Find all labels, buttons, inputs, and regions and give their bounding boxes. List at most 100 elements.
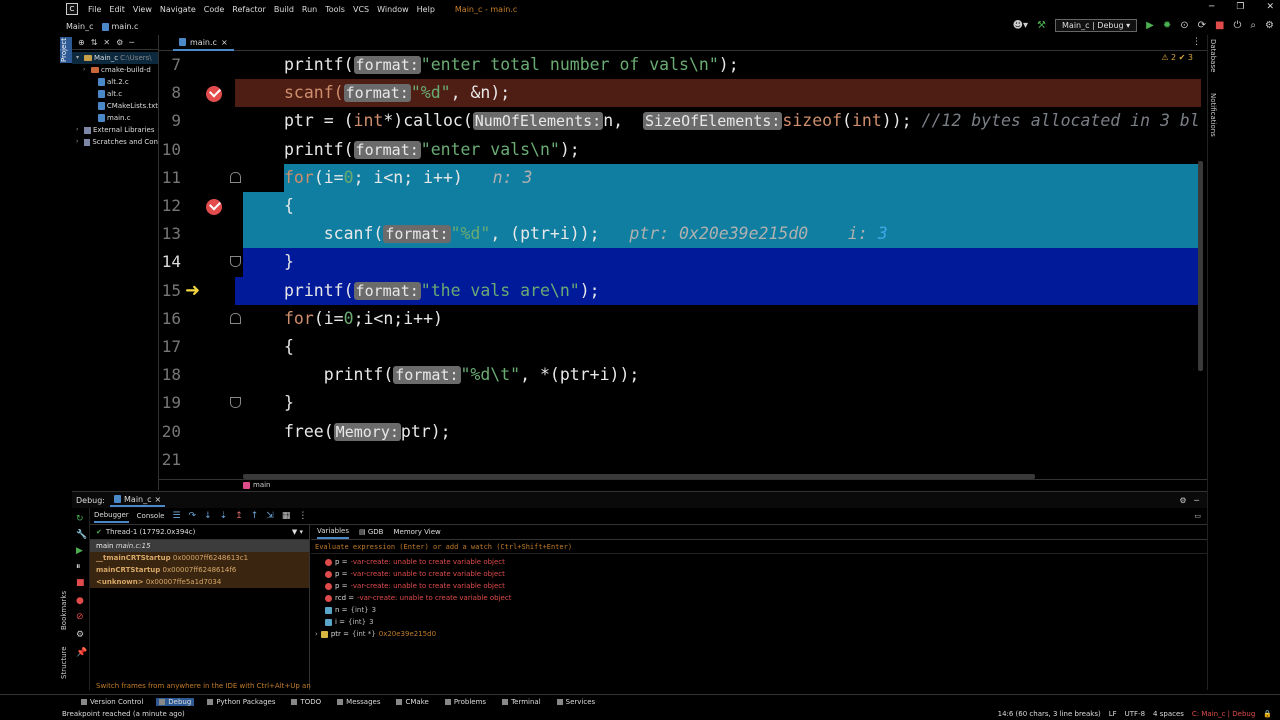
debug-session-tab[interactable]: Main_c × [110, 494, 166, 507]
build-hammer-icon[interactable]: ⚒ [1037, 20, 1046, 31]
filter-icon[interactable]: ▼ ▾ [292, 528, 303, 536]
expand-icon[interactable]: › [315, 628, 318, 640]
tab-debugger[interactable]: Debugger [94, 509, 129, 523]
menu-window[interactable]: Window [373, 5, 413, 14]
thread-selector[interactable]: ✔ Thread-1 (17792.0x394c) ▼ ▾ [90, 525, 309, 540]
variable-row[interactable]: p = -var-create: unable to create variabl… [311, 568, 1207, 580]
tree-item[interactable]: alt.2.c [72, 76, 158, 88]
fold-icon[interactable] [230, 171, 241, 183]
run-to-cursor-icon[interactable]: ⇲ [266, 511, 274, 521]
target-icon[interactable]: ⊕ [78, 38, 85, 47]
code-line[interactable]: 17 { [159, 333, 1207, 361]
fold-icon[interactable] [230, 256, 241, 268]
tab-main-c[interactable]: main.c × [173, 35, 234, 51]
inspection-widget[interactable]: ⚠ 2 ✔ 3 [1161, 53, 1193, 62]
tool-version-control[interactable]: Version Control [78, 698, 146, 706]
table-view-icon[interactable]: ▦ [282, 511, 291, 521]
variable-row[interactable]: i = {int} 3 [311, 616, 1207, 628]
step-over-icon[interactable]: ↷ [189, 511, 197, 521]
menu-view[interactable]: View [129, 5, 156, 14]
status-message[interactable]: Breakpoint reached (a minute ago) [62, 710, 185, 718]
code-line[interactable]: 9 ptr = (int*)calloc(NumOfElements: n, Siz… [159, 107, 1207, 135]
tool-messages[interactable]: Messages [334, 698, 383, 706]
code-line[interactable]: 19} [159, 389, 1207, 417]
encoding[interactable]: UTF-8 [1125, 710, 1145, 718]
run-config-select[interactable]: Main_c | Debug ▾ [1055, 19, 1138, 32]
code-line[interactable]: 11 for(i=0; i<n; i++) n: 3 [159, 163, 1207, 192]
structure-tab[interactable]: Structure [60, 645, 72, 681]
menu-navigate[interactable]: Navigate [156, 5, 200, 14]
evaluate-expression-input[interactable]: Evaluate expression (Enter) or add a wat… [311, 540, 1207, 554]
code-line[interactable]: 16 for(i=0;i<n;i++) [159, 305, 1207, 333]
tool-problems[interactable]: Problems [442, 698, 489, 706]
code-line[interactable]: 18 printf(format: "%d\t", *(ptr+i)); [159, 361, 1207, 389]
active-config[interactable]: C: Main_c | Debug [1192, 710, 1255, 718]
code-line[interactable]: 7 printf(format: "enter total number of va… [159, 51, 1207, 79]
tree-item[interactable]: main.c [72, 112, 158, 124]
tool-terminal[interactable]: Terminal [499, 698, 544, 706]
stack-frame[interactable]: <unknown> 0x00007ffe5a1d7034 [90, 576, 309, 588]
stack-frame[interactable]: main main.c:15 [90, 540, 309, 552]
cursor-position[interactable]: 14:6 (60 chars, 3 line breaks) [998, 710, 1101, 718]
step-out-alt-icon[interactable]: ↑ [251, 511, 259, 521]
coverage-icon[interactable]: ⊙ [1180, 20, 1188, 31]
code-line[interactable]: 13 scanf(format: "%d", (ptr+i)); ptr: 0x2… [159, 220, 1207, 249]
tool-debug[interactable]: Debug [156, 697, 195, 706]
tree-item[interactable]: CMakeLists.txt [72, 100, 158, 112]
variable-row[interactable]: rcd = -var-create: unable to create varia… [311, 592, 1207, 604]
run-icon[interactable]: ▶ [1146, 20, 1154, 31]
pause-icon[interactable]: ⏸ [76, 562, 81, 572]
rerun-icon[interactable]: ↻ [76, 514, 84, 524]
vertical-scrollbar[interactable] [1198, 161, 1203, 371]
code-line[interactable]: 20 free(Memory: ptr); [159, 418, 1207, 446]
variable-row[interactable]: p = -var-create: unable to create variabl… [311, 556, 1207, 568]
close-icon[interactable]: ✕ [1266, 2, 1274, 12]
user-icon[interactable]: ☻▾ [1013, 20, 1028, 31]
lock-icon[interactable]: 🔒 [1263, 710, 1272, 718]
view-breakpoints-icon[interactable]: ● [76, 596, 84, 606]
profile-icon[interactable]: ⟳ [1198, 20, 1206, 31]
tree-item[interactable]: alt.c [72, 88, 158, 100]
variable-row[interactable]: p = -var-create: unable to create variabl… [311, 580, 1207, 592]
more-icon[interactable]: ⋮ [298, 511, 307, 521]
stop-icon[interactable]: ■ [1215, 20, 1224, 31]
tool-python-packages[interactable]: Python Packages [204, 698, 278, 706]
maximize-icon[interactable]: ❐ [1236, 2, 1244, 12]
code-line[interactable]: 8 scanf(format: "%d", &n); [159, 79, 1207, 108]
settings-icon[interactable]: ⚙ [76, 630, 84, 640]
menu-help[interactable]: Help [413, 5, 439, 14]
breakpoint-icon[interactable] [206, 86, 222, 103]
menu-icon[interactable]: ☰ [172, 511, 180, 521]
breadcrumb-project[interactable]: Main_c [66, 22, 94, 31]
notifications-tab[interactable]: Notifications [1209, 93, 1217, 137]
resume-icon[interactable]: ▶ [76, 546, 83, 556]
tab-variables[interactable]: Variables [317, 525, 349, 539]
code-line[interactable]: 12 { [159, 192, 1207, 221]
code-line[interactable]: 10 printf(format: "enter vals\n"); [159, 136, 1207, 164]
code-line[interactable]: 14} [159, 248, 1207, 277]
menu-run[interactable]: Run [298, 5, 321, 14]
variable-row[interactable]: n = {int} 3 [311, 604, 1207, 616]
menu-refactor[interactable]: Refactor [228, 5, 270, 14]
tool-todo[interactable]: TODO [288, 698, 324, 706]
project-tab[interactable]: Project [60, 37, 72, 63]
settings-icon[interactable]: ⚙ [1265, 20, 1274, 31]
tree-item[interactable]: › Scratches and Con [72, 136, 158, 148]
stack-frame[interactable]: __tmainCRTStartup 0x00007ff6248613c1 [90, 552, 309, 564]
close-session-icon[interactable]: × [155, 495, 162, 504]
layout-icon[interactable]: ▭ [1194, 512, 1201, 520]
collapse-icon[interactable]: ⇅ [91, 38, 98, 47]
force-step-into-icon[interactable]: ⇣ [220, 511, 228, 521]
power-icon[interactable]: ⏻ [1234, 20, 1242, 31]
tab-console[interactable]: Console [137, 512, 165, 520]
line-ending[interactable]: LF [1109, 710, 1117, 718]
code-line[interactable]: 21 [159, 446, 1207, 474]
tree-item[interactable]: › cmake-build-d [72, 64, 158, 76]
more-tabs-icon[interactable]: ⋮ [1192, 37, 1201, 47]
tab-memory-view[interactable]: Memory View [393, 528, 440, 536]
close-tab-icon[interactable]: × [221, 38, 228, 47]
search-icon[interactable]: ⌕ [1250, 20, 1256, 31]
tool-cmake[interactable]: CMake [393, 698, 431, 706]
tree-item[interactable]: ▾ Main_c C:\Users\ [72, 52, 158, 64]
menu-edit[interactable]: Edit [105, 5, 129, 14]
